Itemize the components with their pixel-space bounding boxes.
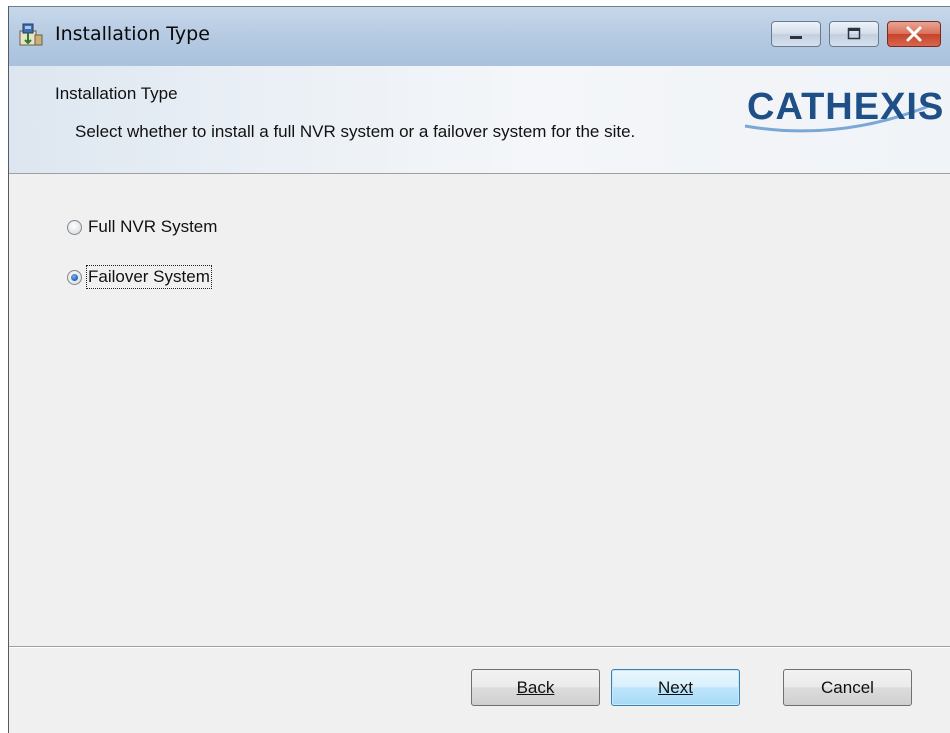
radio-full-nvr[interactable] xyxy=(67,219,82,235)
minimize-icon xyxy=(790,36,802,39)
installer-icon xyxy=(19,23,43,46)
logo-text: CATHEXIS xyxy=(747,86,945,128)
header-banner: Installation Type Select whether to inst… xyxy=(9,66,950,174)
banner-description: Select whether to install a full NVR sys… xyxy=(75,122,636,141)
maximize-icon xyxy=(847,27,861,40)
close-button[interactable] xyxy=(887,21,941,47)
footer-separator xyxy=(9,646,950,648)
next-button[interactable]: Next xyxy=(611,669,740,706)
option-full-nvr[interactable]: Full NVR System xyxy=(67,214,217,240)
cathexis-logo: CATHEXIS xyxy=(743,86,943,142)
close-icon xyxy=(906,26,922,42)
options-panel: Full NVR System Failover System xyxy=(9,174,950,639)
option-failover[interactable]: Failover System xyxy=(67,264,212,290)
installer-window: Installation Type Installation Type Sele… xyxy=(8,6,950,733)
title-bar[interactable]: Installation Type xyxy=(9,6,950,67)
back-label: Back xyxy=(516,678,555,697)
back-button[interactable]: Back xyxy=(471,669,600,706)
option-label[interactable]: Failover System xyxy=(86,265,212,289)
radio-failover[interactable] xyxy=(67,269,82,285)
cancel-button[interactable]: Cancel xyxy=(783,669,912,706)
banner-title: Installation Type xyxy=(55,84,178,103)
maximize-button[interactable] xyxy=(829,21,879,47)
minimize-button[interactable] xyxy=(771,21,821,47)
option-label[interactable]: Full NVR System xyxy=(88,217,217,237)
cancel-label: Cancel xyxy=(821,678,874,697)
window-title: Installation Type xyxy=(55,23,210,45)
next-label: Next xyxy=(658,678,693,697)
